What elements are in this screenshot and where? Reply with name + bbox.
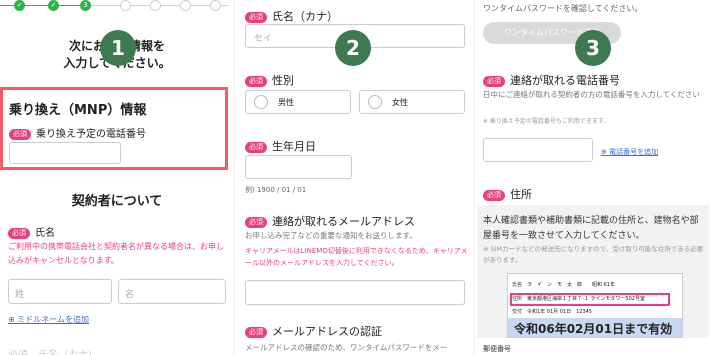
first-name-input[interactable]: 名	[118, 279, 226, 304]
address-description: 本人確認書類や補助書類に記載の住所と、建物名や部屋番号を一致させて入力してくださ…	[483, 216, 699, 241]
id-card-sample: 氏名 ラ イ ン モ 太 郎 昭和 61年 住所 東京都港区海岸１丁目７-１ ラ…	[507, 273, 683, 338]
step-pending	[150, 0, 161, 11]
add-phone-link[interactable]: ⊕ 電話番号を追加	[601, 147, 658, 157]
kana-label-cutoff: 必須 氏名（カナ）	[8, 346, 98, 355]
phone-description: 日中にご連絡が取れる契約者の方の電話番号を入力してください	[483, 90, 700, 99]
postal-code-label: 郵便番号	[483, 345, 511, 353]
required-badge: 必須	[245, 141, 267, 153]
plus-circle-icon: ⊕	[601, 148, 607, 156]
email-label: 必須 連絡が取れるメールアドレス	[245, 213, 415, 229]
email-verify-label: 必須 メールアドレスの認証	[245, 323, 382, 339]
card-issue-row: 交付 令和1年 01月 01日 12345	[512, 309, 592, 315]
add-middle-name-text: ミドルネームを追加	[17, 315, 90, 324]
panel-contact-info: ワンタイムパスワードを確認してください。 ワンタイムパスワード送信 3 必須 連絡…	[474, 0, 710, 355]
add-phone-text: 電話番号を追加	[609, 148, 659, 156]
plus-circle-icon: ⊕	[8, 315, 15, 324]
radio-circle-icon	[254, 95, 268, 109]
email-verify-label-text: メールアドレスの認証	[272, 325, 382, 338]
phone-note: ※ 乗り換え予定の電話番号もご利用できます。	[483, 118, 610, 125]
step-number-badge: 3	[575, 30, 611, 66]
name-label-text: 氏名	[35, 228, 55, 239]
progress-stepper: ✓ ✓ 3	[0, 0, 234, 12]
address-label: 必須 住所	[483, 186, 532, 202]
mnp-phone-input[interactable]	[9, 142, 121, 164]
required-badge: 必須	[245, 326, 267, 338]
phone-label: 必須 連絡が取れる電話番号	[483, 72, 620, 88]
panel-personal-info: 必須 氏名（カナ） セイ 2 必須 性別 男性 女性 必須 生年月日 例) 1900 …	[234, 0, 474, 355]
kana-label: 必須 氏名（カナ）	[245, 8, 338, 24]
birthday-label: 必須 生年月日	[245, 138, 316, 154]
email-verify-description: メールアドレスの確認のため、ワンタイムパスワードをメー	[245, 343, 448, 352]
step-number-badge: 1	[100, 30, 136, 66]
phone-input[interactable]	[483, 138, 593, 162]
required-badge: 必須	[9, 128, 31, 140]
address-note: ※ SIMカードなどの発送先になりますので、受け取り可能な住所である必要がありま…	[483, 245, 704, 264]
gender-female-radio[interactable]: 女性	[359, 90, 465, 114]
stepper-line-done	[0, 5, 80, 6]
step-pending	[120, 0, 131, 11]
step-pending	[180, 0, 191, 11]
card-address-highlight	[510, 293, 670, 306]
birthday-input[interactable]	[245, 155, 352, 179]
required-badge: 必須	[245, 75, 267, 87]
gender-female-text: 女性	[392, 98, 408, 107]
contract-section-title: 契約者について	[71, 194, 163, 209]
kana-label-text: 氏名（カナ）	[272, 10, 338, 23]
mnp-phone-label-text: 乗り換え予定の電話番号	[36, 129, 146, 140]
required-badge: 必須	[483, 189, 505, 201]
mnp-title: 乗り換え（MNP）情報	[9, 103, 147, 118]
phone-label-text: 連絡が取れる電話番号	[510, 74, 620, 87]
step-number-badge: 2	[335, 30, 371, 66]
name-warning: ご利用中の携帯電話会社と契約者名が異なる場合は、お申し込みがキャンセルとなります…	[8, 242, 224, 265]
email-description: お申し込み完了などの重要な通知をお送りします。	[245, 231, 417, 240]
step-pending	[210, 0, 221, 11]
last-name-input[interactable]: 姓	[8, 279, 112, 304]
address-label-text: 住所	[510, 188, 532, 201]
panel-customer-info: ✓ ✓ 3 次にお客様情報を 入力してください。 1 乗り換え（MNP）情報 必…	[0, 0, 234, 355]
mnp-phone-label: 必須 乗り換え予定の電話番号	[9, 125, 146, 140]
add-middle-name-link[interactable]: ⊕ ミドルネームを追加	[8, 314, 89, 325]
mnp-highlight-box: 乗り換え（MNP）情報 必須 乗り換え予定の電話番号	[0, 87, 228, 170]
birthday-hint: 例) 1900 / 01 / 01	[245, 186, 307, 194]
radio-circle-icon	[368, 95, 382, 109]
gender-label: 必須 性別	[245, 72, 294, 88]
gender-label-text: 性別	[272, 74, 294, 87]
address-info-box: 本人確認書類や補助書類に記載の住所と、建物名や部屋番号を一致させて入力してくださ…	[477, 205, 709, 338]
birthday-label-text: 生年月日	[272, 140, 316, 153]
required-badge: 必須	[245, 216, 267, 228]
step-done-icon: ✓	[48, 0, 59, 11]
required-badge: 必須	[8, 227, 30, 239]
gender-male-radio[interactable]: 男性	[245, 90, 351, 114]
step-current: 3	[80, 0, 91, 11]
card-expiry: 令和06年02月01日まで有効	[514, 322, 673, 336]
required-badge: 必須	[245, 11, 267, 23]
card-name-row: 氏名 ラ イ ン モ 太 郎 昭和 61年	[512, 282, 615, 288]
email-note: キャリアメールはLINEMO切替後に利用できなくなるため、キャリアメール以外のメ…	[245, 247, 468, 267]
email-input[interactable]	[245, 280, 465, 305]
name-label: 必須 氏名	[8, 224, 55, 239]
otp-instruction: ワンタイムパスワードを確認してください。	[483, 4, 643, 13]
step-done-icon: ✓	[14, 0, 25, 11]
required-badge: 必須	[483, 75, 505, 87]
gender-male-text: 男性	[278, 98, 294, 107]
email-label-text: 連絡が取れるメールアドレス	[272, 215, 415, 228]
